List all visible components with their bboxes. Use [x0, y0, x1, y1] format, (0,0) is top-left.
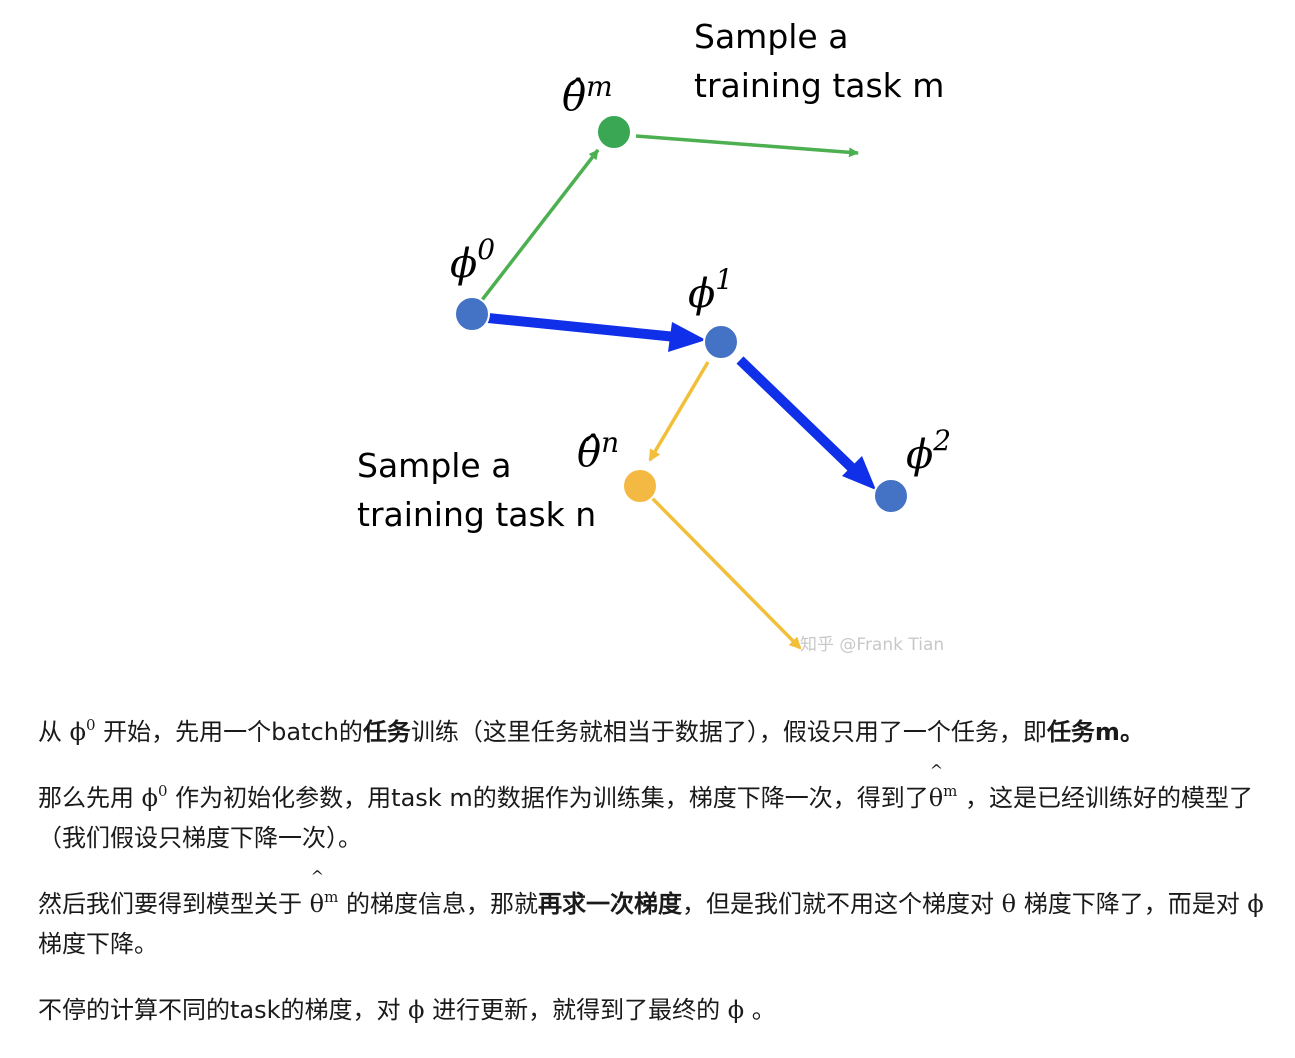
node-phi-0 — [454, 296, 490, 332]
node-phi-2 — [873, 478, 909, 514]
label-theta-m: θ̂m — [562, 70, 613, 120]
green-arrow-theta-m-gradient — [635, 134, 859, 158]
orange-arrow-phi1-to-theta-n — [648, 361, 710, 462]
node-theta-n — [622, 468, 658, 504]
orange-arrow-theta-n-gradient — [650, 496, 802, 650]
label-sample-task-n: Sample a training task n — [357, 446, 596, 534]
green-arrow-phi0-to-theta-m — [480, 148, 600, 302]
label-phi-0: ϕ0 — [450, 233, 495, 287]
blue-arrow-phi0-to-phi1 — [487, 313, 706, 352]
label-theta-n: θ̂n — [577, 426, 619, 476]
math-theta: θ — [1001, 890, 1017, 918]
math-theta-hat-m: θm — [310, 869, 339, 918]
paragraph-1: 从 ϕ0 开始，先用一个batch的任务训练（这里任务就相当于数据了），假设只用… — [38, 716, 1144, 747]
label-sample-task-m: Sample a training task m — [694, 17, 944, 105]
math-phi0: ϕ0 — [69, 716, 96, 747]
math-phi: ϕ — [727, 996, 745, 1024]
label-phi-2: ϕ2 — [906, 424, 951, 478]
math-phi0: ϕ0 — [141, 782, 168, 813]
paragraph-3: 然后我们要得到模型关于 θm 的梯度信息，那就再求一次梯度，但是我们就不用这个梯… — [38, 869, 1278, 964]
node-theta-m — [596, 114, 632, 150]
paragraph-4: 不停的计算不同的task的梯度，对 ϕ 进行更新，就得到了最终的 ϕ 。 — [38, 996, 776, 1024]
math-phi: ϕ — [408, 996, 425, 1024]
math-theta-hat-m: θm — [929, 763, 958, 812]
label-phi-1: ϕ1 — [688, 263, 733, 317]
article-body: 从 ϕ0 开始，先用一个batch的任务训练（这里任务就相当于数据了），假设只用… — [38, 712, 1278, 1058]
node-phi-1 — [703, 324, 739, 360]
watermark: 知乎 @Frank Tian — [800, 635, 944, 655]
math-phi: ϕ — [1247, 890, 1264, 918]
blue-arrow-phi1-to-phi2 — [736, 356, 876, 490]
meta-learning-diagram: θ̂m ϕ0 ϕ1 θ̂n ϕ2 Sample a training task … — [357, 17, 951, 655]
paragraph-2: 那么先用 ϕ0 作为初始化参数，用task m的数据作为训练集，梯度下降一次，得… — [38, 763, 1278, 858]
